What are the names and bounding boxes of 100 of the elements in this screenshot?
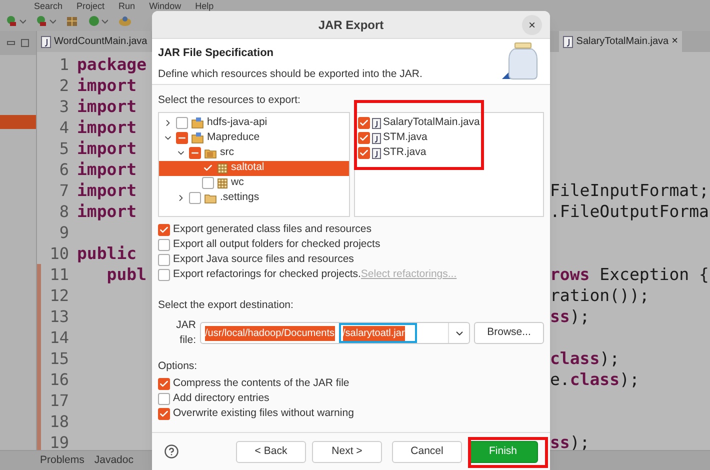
menu-item[interactable]: Project	[76, 0, 105, 10]
checkbox[interactable]	[158, 224, 170, 236]
editor-tab[interactable]: WordCountMain.java	[37, 31, 152, 52]
check-icon	[359, 133, 369, 144]
view-tab[interactable]: Javadoc	[94, 452, 134, 468]
line-number: 12	[48, 285, 69, 306]
menu-item[interactable]: Run	[118, 0, 136, 10]
code-text: .FileOutputForma	[550, 201, 709, 222]
checkbox-label: Add directory entries	[173, 390, 270, 406]
page-description: Define which resources should be exported into the JAR.	[158, 66, 422, 82]
code-text: ration());	[550, 285, 650, 306]
dialog-button[interactable]: < Back	[236, 440, 306, 462]
tree-item[interactable]: hdfs-java-api	[159, 116, 349, 131]
checkbox[interactable]	[158, 238, 170, 251]
checkbox[interactable]	[158, 268, 170, 281]
checkbox[interactable]	[189, 192, 201, 204]
line-number: 10	[48, 243, 69, 264]
line-number: 5	[58, 138, 69, 159]
file-name[interactable]: STM.java	[383, 130, 428, 146]
check-icon	[203, 163, 213, 174]
project-folder-icon	[191, 132, 204, 144]
menu-item[interactable]: Window	[149, 0, 182, 10]
java-file-icon	[372, 148, 381, 159]
menu-item[interactable]: Help	[195, 0, 214, 10]
section-label: Select the export destination:	[158, 298, 294, 313]
dialog-button[interactable]: Cancel	[392, 440, 462, 462]
package-icon	[217, 178, 228, 189]
close-tab-button[interactable]: ×	[672, 33, 678, 50]
dialog-button[interactable]: Next >	[312, 440, 382, 462]
check-icon	[159, 224, 169, 235]
line-number: 11	[48, 264, 69, 285]
checkbox[interactable]	[158, 392, 170, 405]
checkbox-label: Export generated class files and resources	[173, 222, 372, 237]
tree-item[interactable]: saltotal	[159, 160, 349, 176]
checkbox[interactable]	[358, 117, 370, 130]
file-name[interactable]: SalaryTotalMain.java	[383, 115, 480, 132]
tree-item[interactable]: Mapreduce	[159, 130, 349, 146]
editor-tab[interactable]: SalaryTotalMain.java ×	[559, 31, 682, 52]
line-number: 18	[48, 411, 69, 432]
check-icon	[359, 148, 369, 158]
line-number: 13	[48, 306, 69, 327]
checkbox[interactable]	[358, 147, 370, 160]
java-file-icon	[41, 36, 51, 48]
java-file-icon	[372, 132, 381, 144]
close-button[interactable]: ×	[522, 14, 542, 34]
checkbox-label: Export refactorings for checked projects.	[173, 266, 361, 282]
dialog-title: JAR Export	[318, 16, 384, 34]
checkbox-label: Export Java source files and resources	[173, 252, 354, 267]
checkbox[interactable]	[176, 117, 188, 130]
check-icon	[159, 378, 169, 389]
checkbox[interactable]	[202, 177, 214, 190]
line-number: 3	[58, 96, 69, 117]
checkbox[interactable]	[358, 132, 370, 144]
checkbox-label: Export all output folders for checked projects	[173, 236, 380, 252]
checkbox-label: Overwrite existing files without warning	[173, 406, 354, 421]
code-text: import	[77, 202, 137, 221]
checkbox[interactable]	[158, 378, 170, 390]
checkbox[interactable]	[158, 408, 170, 420]
minimize-icon[interactable]	[7, 40, 15, 46]
line-number: 6	[58, 159, 69, 180]
line-number: 15	[48, 348, 69, 369]
page-heading: JAR File Specification	[158, 46, 275, 61]
view-tab[interactable]: Problems	[40, 452, 84, 468]
folder-icon	[204, 192, 217, 204]
selected-row-highlight	[0, 115, 36, 129]
jar-file-field[interactable]: /usr/local/hadoop/Documents /salarytoatl.jar	[200, 322, 470, 344]
package-icon	[217, 162, 228, 174]
jar-icon	[502, 41, 540, 81]
checkbox[interactable]	[158, 254, 170, 266]
code-text: ss);	[550, 432, 590, 453]
code-text: ss);	[550, 306, 590, 327]
line-number: 1	[58, 54, 69, 75]
project-folder-icon	[191, 117, 204, 130]
check-icon	[159, 408, 169, 419]
line-number: 9	[58, 222, 69, 243]
toolbox-icon[interactable]	[66, 15, 78, 27]
code-text: rows Exception {	[550, 264, 709, 285]
code-text: FileInputFormat;	[550, 180, 709, 201]
field-label: JAR file:	[175, 318, 196, 348]
java-file-icon	[372, 118, 381, 129]
code-text: e.class);	[550, 369, 640, 390]
line-number: 8	[58, 201, 69, 222]
maximize-icon[interactable]	[21, 39, 29, 47]
line-number: 14	[48, 327, 69, 348]
code-text: publ	[106, 265, 147, 284]
line-number: 4	[58, 117, 69, 138]
tree-item[interactable]: .settings	[159, 190, 349, 206]
check-icon	[359, 118, 369, 128]
menu-item[interactable]: Search	[34, 0, 63, 10]
tree-item[interactable]: wc	[159, 176, 349, 191]
java-file-icon	[563, 36, 574, 48]
browse-button[interactable]: Browse...	[474, 322, 544, 344]
help-icon[interactable]	[164, 444, 179, 459]
tree-item[interactable]: src	[159, 146, 349, 161]
code-text: public	[77, 244, 137, 263]
line-number: 2	[58, 75, 69, 96]
package-folder-icon	[204, 147, 217, 160]
section-label: Options:	[158, 359, 198, 374]
code-text: import	[77, 139, 137, 158]
file-name[interactable]: STR.java	[383, 145, 426, 162]
